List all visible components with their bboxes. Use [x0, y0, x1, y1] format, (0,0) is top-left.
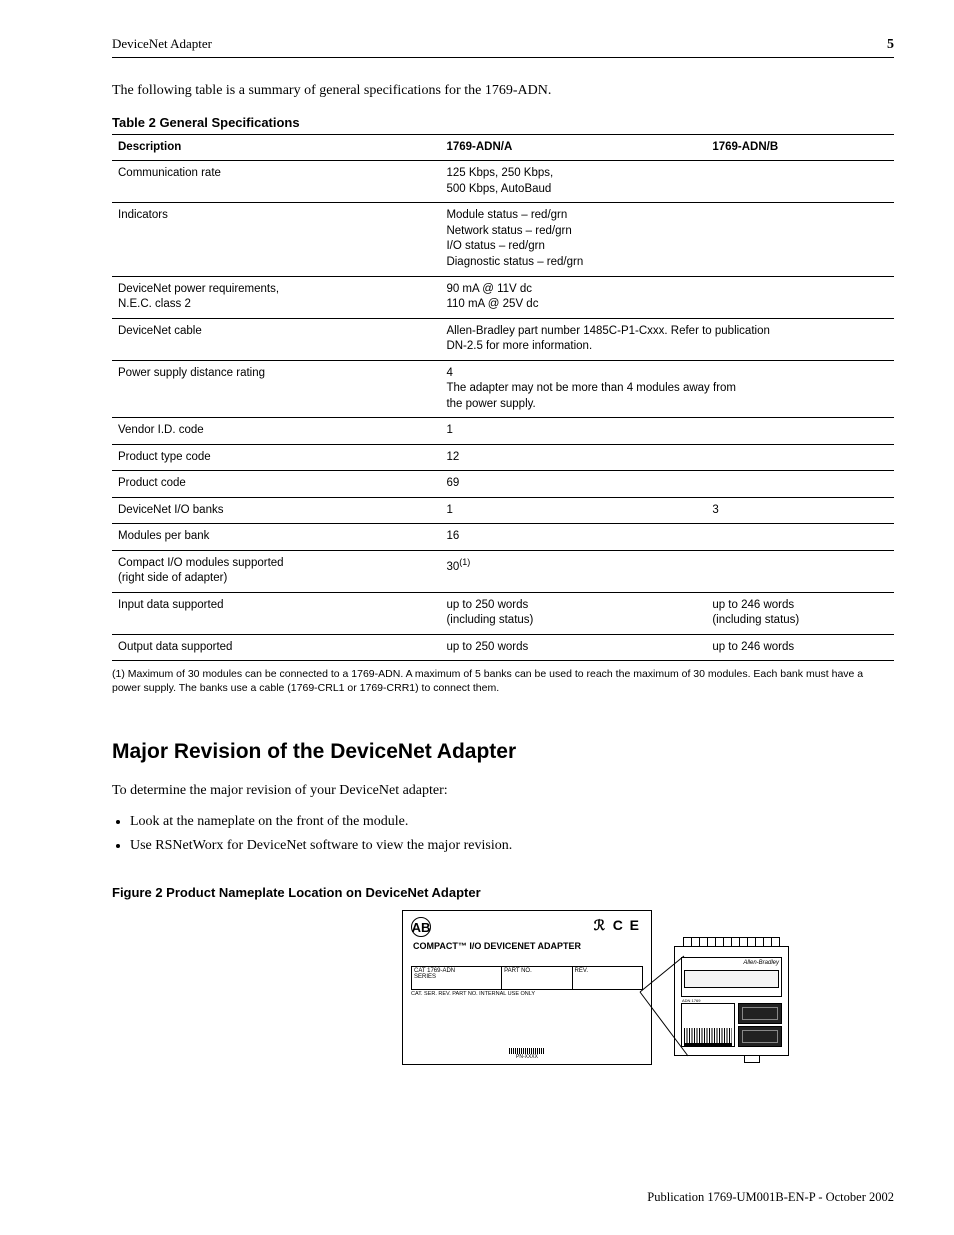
table-row: Output data supportedup to 250 wordsup t…: [112, 634, 894, 661]
table-row: DeviceNet power requirements, N.E.C. cla…: [112, 276, 894, 318]
nameplate-series-lbl: SERIES: [414, 974, 499, 980]
section-intro: To determine the major revision of your …: [112, 782, 894, 801]
adapter-device-drawing: Allen-Bradley ADN 1769: [674, 946, 789, 1056]
table-cell-value-merged: Module status – red/grn Network status –…: [440, 203, 894, 276]
table-cell-value-merged: 69: [440, 471, 894, 498]
table-cell-value-merged: 4 The adapter may not be more than 4 mod…: [440, 360, 894, 418]
table-row: IndicatorsModule status – red/grn Networ…: [112, 203, 894, 276]
device-tab-icon: [744, 1056, 760, 1063]
table-title: Table 2 General Specifications: [112, 115, 894, 130]
table-cell-adn-a: up to 250 words (including status): [440, 592, 706, 634]
table-cell-value-merged: 12: [440, 444, 894, 471]
nameplate-row-labels: CAT. SER. REV. PART NO. INTERNAL USE ONL…: [411, 991, 643, 997]
table-row: Power supply distance rating4 The adapte…: [112, 360, 894, 418]
table-cell-adn-b: up to 246 words: [706, 634, 894, 661]
nameplate-label: AB ℛ C E COMPACT™ I/O DEVICENET ADAPTER …: [402, 910, 652, 1065]
device-brand-text: Allen-Bradley: [684, 960, 779, 966]
table-cell-description: DeviceNet cable: [112, 318, 440, 360]
table-cell-description: Communication rate: [112, 161, 440, 203]
table-row: Modules per bank16: [112, 524, 894, 551]
table-cell-description: Product type code: [112, 444, 440, 471]
certification-marks: ℛ C E: [594, 917, 641, 934]
header-title: DeviceNet Adapter: [112, 36, 212, 52]
table-cell-description: Power supply distance rating: [112, 360, 440, 418]
barcode-icon: PN-XXXX: [509, 1048, 545, 1060]
figure-title: Figure 2 Product Nameplate Location on D…: [112, 885, 894, 900]
table-head-description: Description: [112, 134, 440, 161]
header-page-number: 5: [887, 37, 894, 53]
table-cell-adn-b: up to 246 words (including status): [706, 592, 894, 634]
intro-paragraph: The following table is a summary of gene…: [112, 82, 894, 101]
table-cell-description: Modules per bank: [112, 524, 440, 551]
table-cell-description: Output data supported: [112, 634, 440, 661]
table-row: Compact I/O modules supported (right sid…: [112, 550, 894, 592]
device-slot-icon: ADN 1769: [681, 1003, 735, 1047]
footnote-marker: (1): [459, 557, 470, 567]
table-cell-adn-b: 3: [706, 497, 894, 524]
nameplate-product-title: COMPACT™ I/O DEVICENET ADAPTER: [413, 941, 581, 951]
footer-publication: Publication 1769-UM001B-EN-P - October 2…: [647, 1190, 894, 1205]
table-row: Input data supportedup to 250 words (inc…: [112, 592, 894, 634]
table-cell-description: Product code: [112, 471, 440, 498]
table-head-adn-b: 1769-ADN/B: [706, 134, 894, 161]
bullet-nameplate: Look at the nameplate on the front of th…: [130, 811, 894, 833]
device-slot-label: ADN 1769: [682, 998, 700, 1003]
table-row: Product code69: [112, 471, 894, 498]
barcode-text: PN-XXXX: [509, 1054, 545, 1060]
table-cell-value-merged: Allen-Bradley part number 1485C-P1-Cxxx.…: [440, 318, 894, 360]
table-cell-value-merged: 90 mA @ 11V dc 110 mA @ 25V dc: [440, 276, 894, 318]
table-cell-adn-a: up to 250 words: [440, 634, 706, 661]
table-cell-value-merged: 16: [440, 524, 894, 551]
table-cell-description: DeviceNet power requirements, N.E.C. cla…: [112, 276, 440, 318]
table-cell-value-merged: 1: [440, 418, 894, 445]
device-port2-icon: [738, 1026, 782, 1047]
section-title: Major Revision of the DeviceNet Adapter: [112, 740, 894, 764]
nameplate-partno-lbl: PART NO.: [504, 968, 532, 974]
table-footnote: (1) Maximum of 30 modules can be connect…: [112, 667, 894, 695]
table-cell-description: Indicators: [112, 203, 440, 276]
table-head-adn-a: 1769-ADN/A: [440, 134, 706, 161]
table-cell-value-merged: 30(1): [440, 550, 894, 592]
table-cell-description: Compact I/O modules supported (right sid…: [112, 550, 440, 592]
table-cell-description: Vendor I.D. code: [112, 418, 440, 445]
table-row: DeviceNet I/O banks13: [112, 497, 894, 524]
table-row: Vendor I.D. code1: [112, 418, 894, 445]
figure-wrap: AB ℛ C E COMPACT™ I/O DEVICENET ADAPTER …: [402, 910, 894, 1065]
ab-logo-icon: AB: [411, 917, 431, 937]
table-row: Communication rate125 Kbps, 250 Kbps, 50…: [112, 161, 894, 203]
bullet-rsnetworx: Use RSNetWorx for DeviceNet software to …: [130, 835, 894, 857]
spec-table: Description 1769-ADN/A 1769-ADN/B Commun…: [112, 134, 894, 661]
table-cell-adn-a: 1: [440, 497, 706, 524]
table-row: DeviceNet cableAllen-Bradley part number…: [112, 318, 894, 360]
table-cell-description: DeviceNet I/O banks: [112, 497, 440, 524]
nameplate-rev-lbl: REV.: [575, 968, 588, 974]
table-cell-value-merged: 125 Kbps, 250 Kbps, 500 Kbps, AutoBaud: [440, 161, 894, 203]
table-cell-description: Input data supported: [112, 592, 440, 634]
device-port1-icon: [738, 1003, 782, 1024]
table-row: Product type code12: [112, 444, 894, 471]
device-tiny-nameplate: [684, 970, 779, 988]
